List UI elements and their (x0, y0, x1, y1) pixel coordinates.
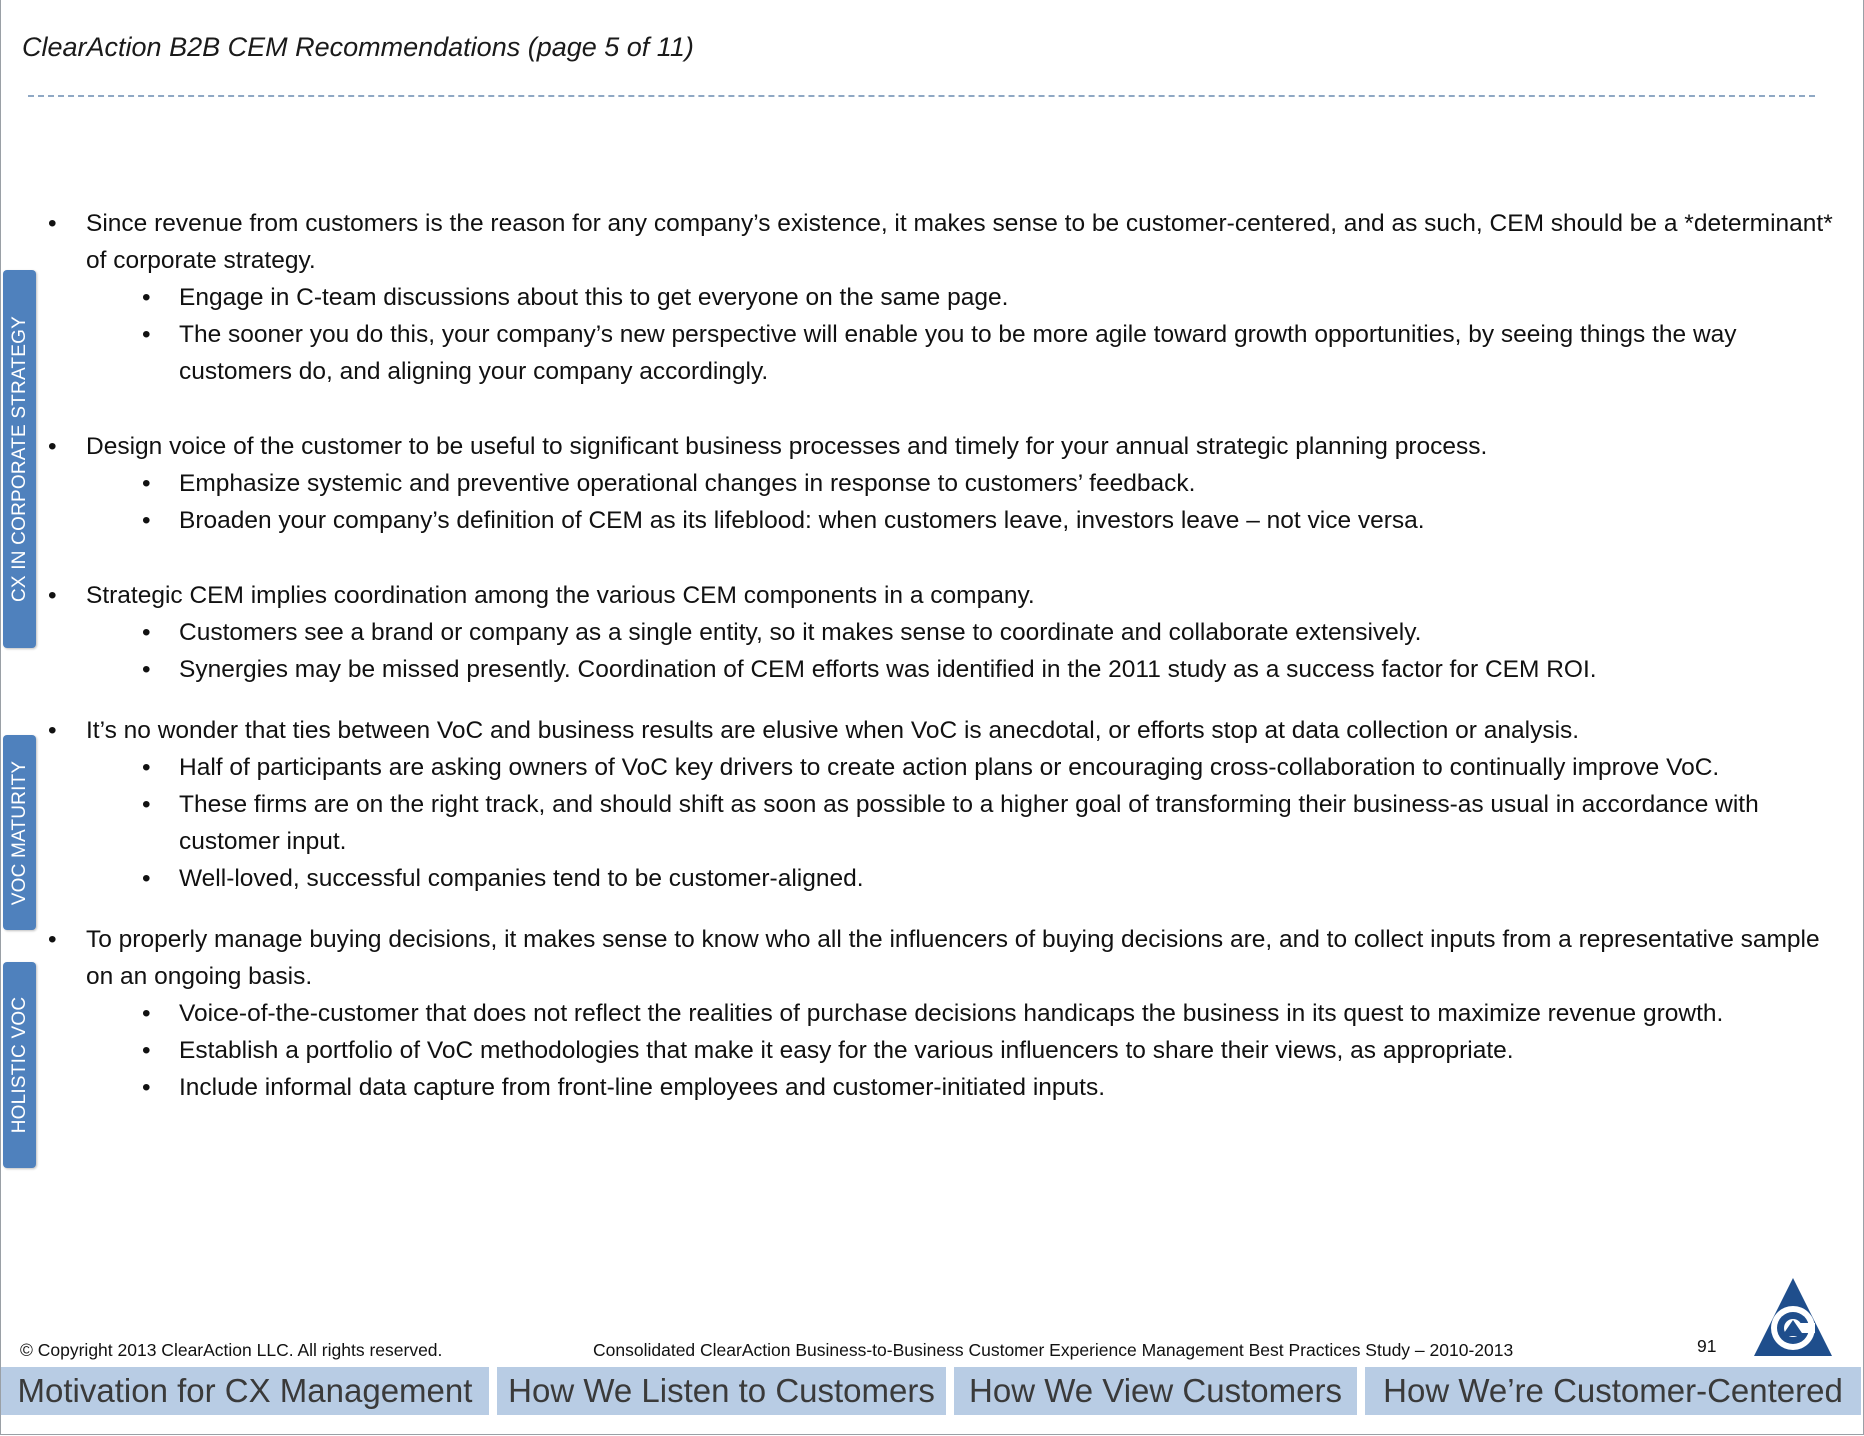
sub-bullet-item: Emphasize systemic and preventive operat… (48, 465, 1838, 502)
sub-bullet-item: Establish a portfolio of VoC methodologi… (48, 1032, 1838, 1069)
bullet-group: It’s no wonder that ties between VoC and… (48, 712, 1838, 897)
page-number: 91 (1697, 1336, 1717, 1356)
nav-tab-motivation[interactable]: Motivation for CX Management (1, 1367, 489, 1415)
sub-bullet-item: Well-loved, successful companies tend to… (48, 860, 1838, 897)
footer-copyright: © Copyright 2013 ClearAction LLC. All ri… (20, 1340, 443, 1360)
bullet-item: Since revenue from customers is the reas… (48, 205, 1838, 279)
clearaction-logo-icon (1754, 1278, 1832, 1356)
footer-study-title: Consolidated ClearAction Business-to-Bus… (593, 1340, 1514, 1360)
bullet-item: Design voice of the customer to be usefu… (48, 428, 1838, 465)
sub-bullet-item: The sooner you do this, your company’s n… (48, 316, 1838, 390)
bullet-group: Strategic CEM implies coordination among… (48, 577, 1838, 688)
sub-bullet-item: Include informal data capture from front… (48, 1069, 1838, 1106)
bullet-item: It’s no wonder that ties between VoC and… (48, 712, 1838, 749)
sub-bullet-item: Broaden your company’s definition of CEM… (48, 502, 1838, 539)
side-tab-label: CX IN CORPORATE STRATEGY (8, 316, 30, 602)
bullet-group: To properly manage buying decisions, it … (48, 921, 1838, 1106)
header-divider (28, 95, 1815, 97)
side-tab-voc-maturity[interactable]: VOC MATURITY (3, 735, 36, 930)
section-nav: Motivation for CX Management How We List… (1, 1367, 1861, 1415)
sub-bullet-item: These firms are on the right track, and … (48, 786, 1838, 860)
sub-bullet-item: Customers see a brand or company as a si… (48, 614, 1838, 651)
bullet-group: Since revenue from customers is the reas… (48, 205, 1838, 390)
bullet-item: To properly manage buying decisions, it … (48, 921, 1838, 995)
bullet-item: Strategic CEM implies coordination among… (48, 577, 1838, 614)
nav-tab-view[interactable]: How We View Customers (954, 1367, 1357, 1415)
side-tab-label: HOLISTIC VOC (8, 996, 30, 1134)
side-tab-cx-strategy[interactable]: CX IN CORPORATE STRATEGY (3, 270, 36, 648)
side-tab-holistic-voc[interactable]: HOLISTIC VOC (3, 962, 36, 1168)
side-tab-label: VOC MATURITY (8, 760, 30, 905)
sub-bullet-item: Synergies may be missed presently. Coord… (48, 651, 1838, 688)
page-title: ClearAction B2B CEM Recommendations (pag… (22, 32, 694, 62)
bullet-group: Design voice of the customer to be usefu… (48, 428, 1838, 539)
recommendations-list: Since revenue from customers is the reas… (48, 205, 1838, 1144)
sub-bullet-item: Voice-of-the-customer that does not refl… (48, 995, 1838, 1032)
sub-bullet-item: Half of participants are asking owners o… (48, 749, 1838, 786)
nav-tab-customer-centered[interactable]: How We’re Customer-Centered (1365, 1367, 1861, 1415)
sub-bullet-item: Engage in C-team discussions about this … (48, 279, 1838, 316)
nav-tab-listen[interactable]: How We Listen to Customers (497, 1367, 946, 1415)
